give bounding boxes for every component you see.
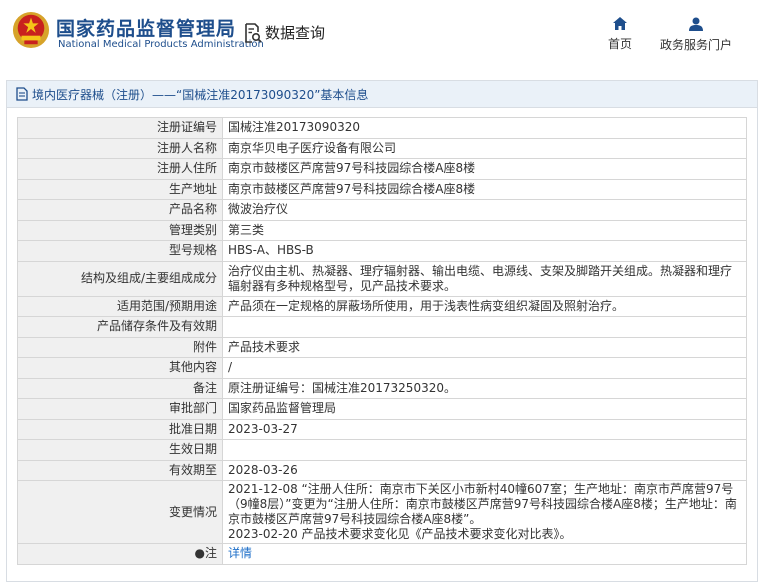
pin-icon: ● [194, 546, 205, 561]
row-label: 备注 [17, 377, 223, 399]
row-value: 南京市鼓楼区芦席营97号科技园综合楼A座8楼 [222, 158, 747, 180]
table-row: 其他内容 / [17, 357, 747, 379]
row-value: 治疗仪由主机、热凝器、理疗辐射器、输出电缆、电源线、支架及脚踏开关组成。热凝器和… [222, 260, 747, 297]
row-label: 生效日期 [17, 439, 223, 461]
table-row: 附件 产品技术要求 [17, 336, 747, 358]
row-label: 注册证编号 [17, 117, 223, 139]
panel-title: 境内医疗器械（注册）——“国械注准20173090320”基本信息 [32, 87, 369, 102]
row-value: 产品须在一定规格的屏蔽场所使用，用于浅表性病变组织凝固及照射治疗。 [222, 295, 747, 317]
home-icon [613, 17, 627, 30]
row-label: 型号规格 [17, 240, 223, 262]
data-query-link[interactable]: 数据查询 [244, 22, 325, 43]
note-value-cell: 详情 [222, 543, 747, 565]
row-value: 2028-03-26 [222, 459, 747, 481]
row-value: 第三类 [222, 219, 747, 241]
national-emblem-icon [12, 11, 50, 49]
search-document-icon [245, 22, 262, 43]
registration-info-table: 注册证编号 国械注准20173090320 注册人名称 南京华贝电子医疗设备有限公司… [17, 117, 747, 565]
table-row: 生产地址 南京市鼓楼区芦席营97号科技园综合楼A座8楼 [17, 178, 747, 200]
row-label: 注 [204, 546, 217, 561]
row-label: 管理类别 [17, 219, 223, 241]
table-row: 注册人名称 南京华贝电子医疗设备有限公司 [17, 137, 747, 159]
row-label: 产品储存条件及有效期 [17, 316, 223, 338]
person-icon [689, 17, 703, 31]
row-label: 变更情况 [17, 480, 223, 544]
row-value: 南京市鼓楼区芦席营97号科技园综合楼A座8楼 [222, 178, 747, 200]
row-value: / [222, 357, 747, 379]
table-row: 产品名称 微波治疗仪 [17, 199, 747, 221]
nav-home-label: 首页 [607, 37, 632, 51]
row-value [222, 439, 747, 461]
table-row: 管理类别 第三类 [17, 219, 747, 241]
row-label: 批准日期 [17, 418, 223, 440]
table-row: 适用范围/预期用途 产品须在一定规格的屏蔽场所使用，用于浅表性病变组织凝固及照射治… [17, 295, 747, 317]
top-header: 国家药品监督管理局 National Medical Products Admi… [0, 0, 764, 72]
change-history-text: 2021-12-08 “注册人住所：南京市下关区小市新村40幢607室；生产地址… [228, 482, 737, 541]
table-row: 结构及组成/主要组成成分 治疗仪由主机、热凝器、理疗辐射器、输出电缆、电源线、支架… [17, 260, 747, 297]
row-label: 注册人名称 [17, 137, 223, 159]
row-label: 附件 [17, 336, 223, 358]
table-row: 注册证编号 国械注准20173090320 [17, 117, 747, 139]
row-label: 适用范围/预期用途 [17, 295, 223, 317]
table-row: ●注 详情 [17, 543, 747, 565]
row-value: 产品技术要求 [222, 336, 747, 358]
row-label: 结构及组成/主要组成成分 [17, 260, 223, 297]
row-label: 生产地址 [17, 178, 223, 200]
row-label: 审批部门 [17, 398, 223, 420]
row-label: 有效期至 [17, 459, 223, 481]
document-icon [16, 87, 28, 101]
change-history-cell: 2021-12-08 “注册人住所：南京市下关区小市新村40幢607室；生产地址… [222, 480, 747, 544]
table-row: 变更情况 2021-12-08 “注册人住所：南京市下关区小市新村40幢607室；… [17, 480, 747, 544]
row-value: 国械注准20173090320 [222, 117, 747, 139]
table-row: 产品储存条件及有效期 [17, 316, 747, 338]
note-label-cell: ●注 [17, 543, 223, 565]
table-row: 批准日期 2023-03-27 [17, 418, 747, 440]
row-label: 注册人住所 [17, 158, 223, 180]
nav-service-portal[interactable]: 政务服务门户 [654, 17, 738, 53]
org-name-en: National Medical Products Administration [58, 39, 264, 50]
table-row: 有效期至 2028-03-26 [17, 459, 747, 481]
table-row: 生效日期 [17, 439, 747, 461]
nav-portal-label: 政务服务门户 [659, 38, 732, 52]
row-value: 微波治疗仪 [222, 199, 747, 221]
table-row: 型号规格 HBS-A、HBS-B [17, 240, 747, 262]
org-name-cn: 国家药品监督管理局 [56, 18, 237, 40]
row-value: 原注册证编号：国械注准20173250320。 [222, 377, 747, 399]
nav-home[interactable]: 首页 [602, 17, 638, 52]
row-value: 2023-03-27 [222, 418, 747, 440]
table-row: 备注 原注册证编号：国械注准20173250320。 [17, 377, 747, 399]
row-value: 南京华贝电子医疗设备有限公司 [222, 137, 747, 159]
table-row: 审批部门 国家药品监督管理局 [17, 398, 747, 420]
data-query-label: 数据查询 [265, 24, 326, 42]
detail-panel: 境内医疗器械（注册）——“国械注准20173090320”基本信息 注册证编号国… [6, 80, 758, 582]
row-value [222, 316, 747, 338]
row-label: 其他内容 [17, 357, 223, 379]
panel-title-bar: 境内医疗器械（注册）——“国械注准20173090320”基本信息 [7, 81, 757, 108]
row-label: 产品名称 [17, 199, 223, 221]
row-value: HBS-A、HBS-B [222, 240, 747, 262]
table-row: 注册人住所 南京市鼓楼区芦席营97号科技园综合楼A座8楼 [17, 158, 747, 180]
row-value: 国家药品监督管理局 [222, 398, 747, 420]
details-link[interactable]: 详情 [228, 546, 252, 560]
